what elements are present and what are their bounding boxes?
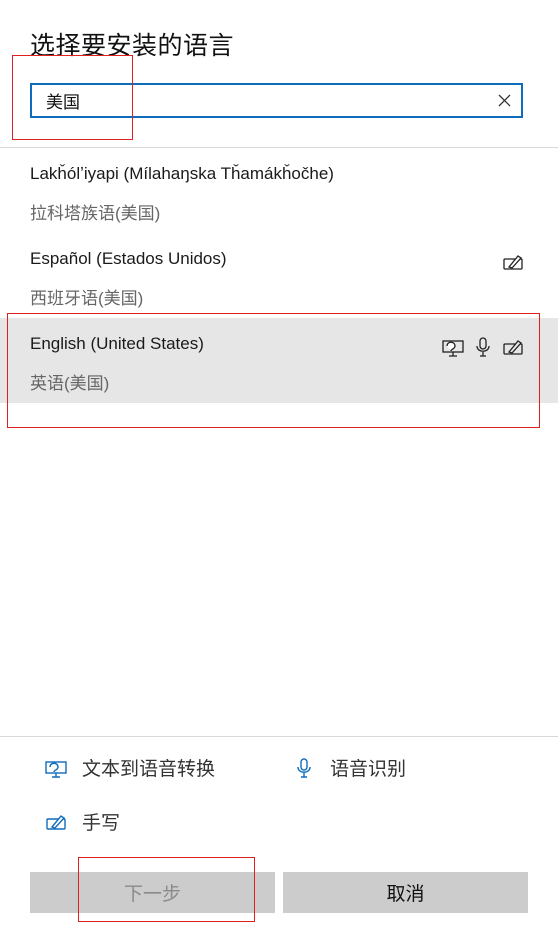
handwriting-icon — [44, 810, 68, 834]
language-item-lakota[interactable]: Lakȟólʼiyapi (Mílahaŋska Tȟamákȟočhe) 拉科… — [0, 148, 558, 233]
dialog-title: 选择要安装的语言 — [30, 32, 235, 60]
next-button[interactable]: 下一步 — [30, 872, 275, 913]
language-list: Lakȟólʼiyapi (Mílahaŋska Tȟamákȟočhe) 拉科… — [0, 148, 558, 403]
language-native-name: 西班牙语(美国) — [30, 289, 144, 308]
text-to-speech-icon — [442, 336, 464, 358]
handwriting-icon — [502, 336, 524, 358]
language-native-name: 英语(美国) — [30, 374, 110, 393]
language-item-spanish-us[interactable]: Español (Estados Unidos) 西班牙语(美国) — [0, 233, 558, 318]
language-name: Lakȟólʼiyapi (Mílahaŋska Tȟamákȟočhe) — [30, 164, 334, 183]
divider — [0, 736, 558, 737]
language-name: English (United States) — [30, 334, 204, 353]
feature-icons — [442, 336, 524, 358]
microphone-icon — [292, 756, 316, 780]
cancel-button[interactable]: 取消 — [283, 872, 528, 913]
search-box[interactable] — [30, 83, 523, 118]
handwriting-icon — [502, 251, 524, 273]
legend-speech: 语音识别 — [292, 754, 406, 781]
language-item-english-us[interactable]: English (United States) 英语(美国) — [0, 318, 558, 403]
legend-label: 语音识别 — [330, 759, 407, 780]
feature-icons — [502, 251, 524, 273]
text-to-speech-icon — [44, 756, 68, 780]
search-input[interactable] — [32, 85, 487, 116]
clear-icon[interactable] — [487, 85, 521, 116]
legend-label: 文本到语音转换 — [82, 759, 216, 780]
legend-tts: 文本到语音转换 — [44, 754, 215, 781]
language-native-name: 拉科塔族语(美国) — [30, 204, 161, 223]
legend-label: 手写 — [82, 813, 121, 834]
microphone-icon — [472, 336, 494, 358]
language-name: Español (Estados Unidos) — [30, 249, 227, 268]
legend-handwriting: 手写 — [44, 808, 120, 835]
